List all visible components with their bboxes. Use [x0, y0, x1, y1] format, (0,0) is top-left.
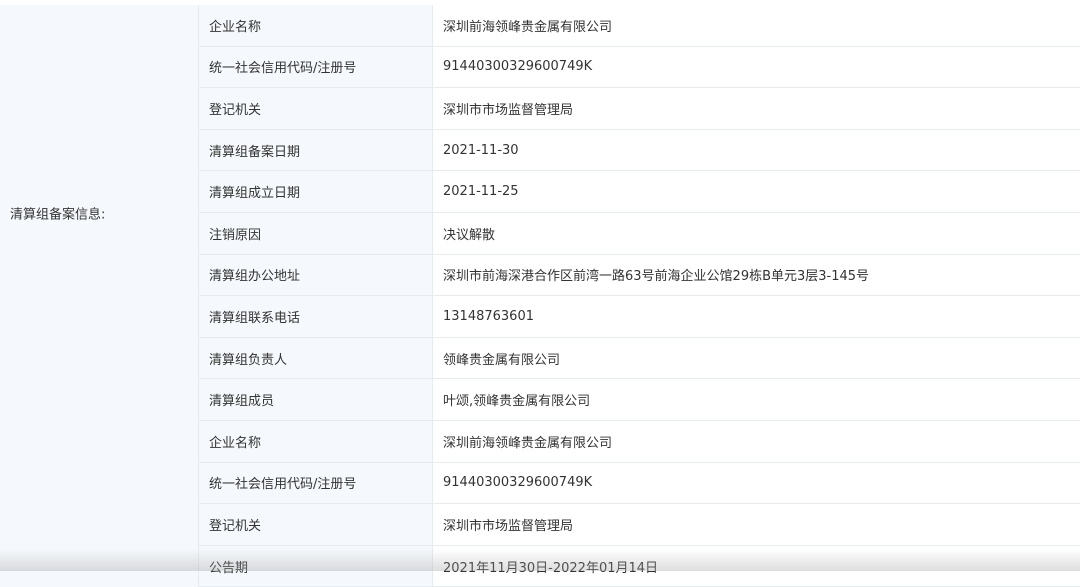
field-label: 清算组成立日期	[199, 171, 433, 212]
table-row: 清算组成员 叶颂,领峰贵金属有限公司	[199, 379, 1080, 421]
field-label: 清算组负责人	[199, 337, 433, 379]
field-value: 决议解散	[433, 213, 1080, 254]
table-row: 企业名称 深圳前海领峰贵金属有限公司	[199, 5, 1080, 47]
field-label: 公告期	[199, 545, 433, 587]
field-label: 统一社会信用代码/注册号	[199, 46, 433, 88]
field-value: 2021-11-30	[433, 129, 1080, 171]
section-label-cell: 清算组备案信息:	[0, 5, 199, 421]
info-section-1: 清算组备案信息: 企业名称 深圳前海领峰贵金属有限公司 统一社会信用代码/注册号 914…	[0, 5, 1080, 421]
field-value: 2021-11-25	[433, 171, 1080, 212]
table-row: 清算组备案日期 2021-11-30	[199, 129, 1080, 172]
field-label: 企业名称	[199, 5, 433, 46]
table-row: 登记机关 深圳市市场监督管理局	[199, 504, 1080, 546]
field-label: 登记机关	[199, 504, 433, 545]
table-row: 登记机关 深圳市市场监督管理局	[199, 88, 1080, 130]
field-value: 91440300329600749K	[433, 46, 1080, 88]
table-row: 清算组联系电话 13148763601	[199, 296, 1080, 338]
field-label: 注销原因	[199, 213, 433, 254]
field-value: 深圳市市场监督管理局	[433, 88, 1080, 129]
field-label: 清算组成员	[199, 379, 433, 420]
field-value: 2021年11月30日-2022年01月14日	[433, 545, 1080, 587]
field-value: 13148763601	[433, 296, 1080, 337]
field-value: 深圳前海领峰贵金属有限公司	[433, 5, 1080, 46]
table-row: 注销原因 决议解散	[199, 213, 1080, 255]
table-row: 清算组办公地址 深圳市前海深港合作区前湾一路63号前海企业公馆29栋B单元3层3-…	[199, 254, 1080, 297]
field-label: 登记机关	[199, 88, 433, 129]
table-row: 企业名称 深圳前海领峰贵金属有限公司	[199, 421, 1080, 463]
field-value: 深圳市前海深港合作区前湾一路63号前海企业公馆29栋B单元3层3-145号	[433, 254, 1080, 296]
field-value: 深圳市市场监督管理局	[433, 504, 1080, 545]
field-value: 深圳前海领峰贵金属有限公司	[433, 421, 1080, 462]
info-section-2: 企业名称 深圳前海领峰贵金属有限公司 统一社会信用代码/注册号 91440300329…	[0, 421, 1080, 587]
table-row: 清算组负责人 领峰贵金属有限公司	[199, 337, 1080, 380]
field-label: 企业名称	[199, 421, 433, 462]
field-label: 清算组联系电话	[199, 296, 433, 337]
table-row: 统一社会信用代码/注册号 91440300329600749K	[199, 46, 1080, 89]
table-row: 清算组成立日期 2021-11-25	[199, 171, 1080, 213]
field-value: 叶颂,领峰贵金属有限公司	[433, 379, 1080, 420]
section-label-cell	[0, 421, 199, 587]
table-row: 公告期 2021年11月30日-2022年01月14日	[199, 545, 1080, 587]
field-value: 领峰贵金属有限公司	[433, 337, 1080, 379]
field-label: 统一社会信用代码/注册号	[199, 462, 433, 504]
field-label: 清算组办公地址	[199, 254, 433, 296]
field-value: 91440300329600749K	[433, 462, 1080, 504]
field-label: 清算组备案日期	[199, 129, 433, 171]
section-label: 清算组备案信息:	[10, 207, 106, 223]
table-row: 统一社会信用代码/注册号 91440300329600749K	[199, 462, 1080, 505]
